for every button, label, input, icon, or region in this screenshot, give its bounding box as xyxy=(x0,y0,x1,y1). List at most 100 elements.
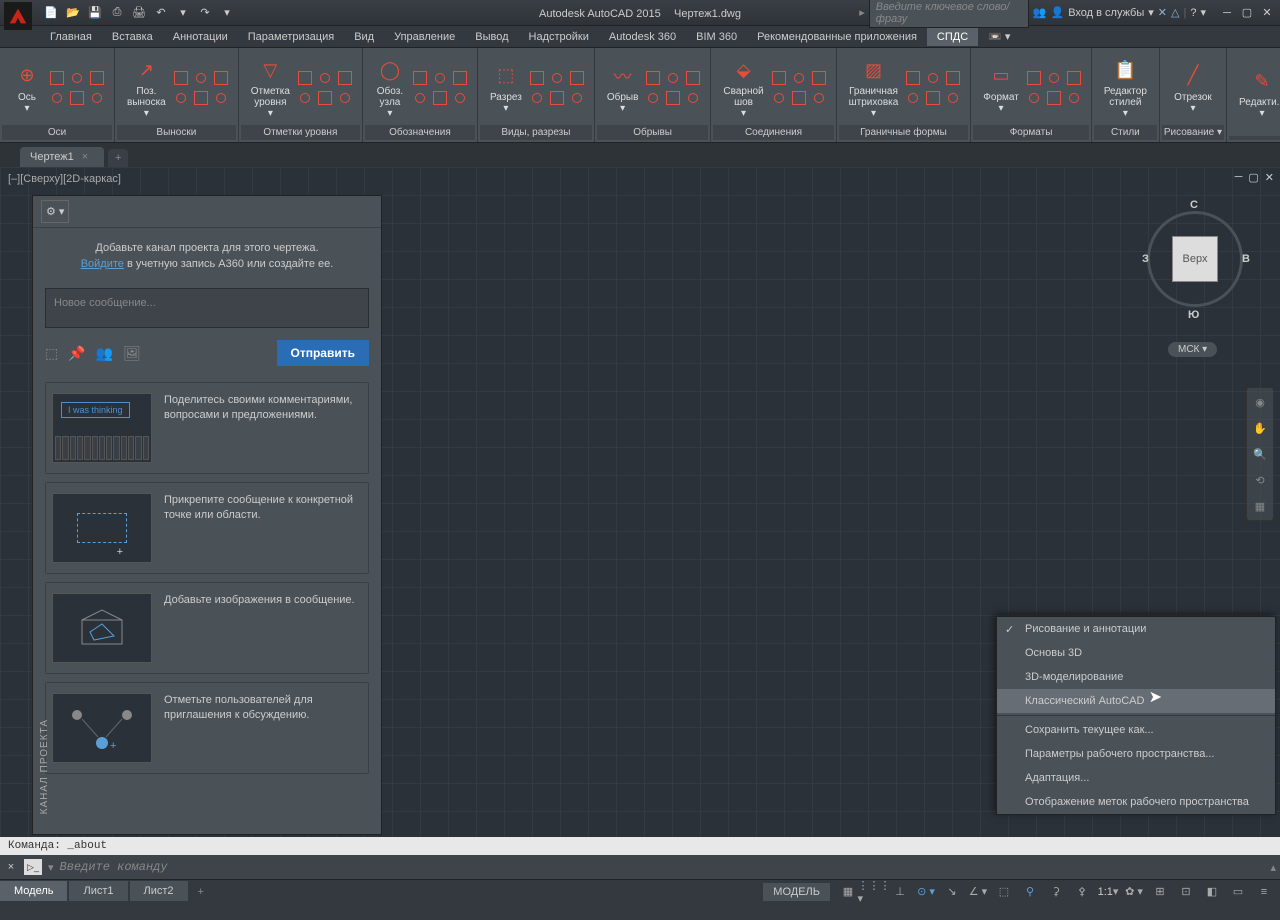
ribbon-tab[interactable]: СПДС xyxy=(927,28,978,46)
ribbon-button[interactable]: 📋Редакторстилей▾ xyxy=(1100,54,1151,121)
viewcube-south[interactable]: Ю xyxy=(1188,309,1199,321)
ribbon-small-button[interactable] xyxy=(212,89,230,107)
redo-icon[interactable]: ↷ xyxy=(196,4,214,22)
annoauto-icon[interactable]: ⚴ xyxy=(1070,882,1094,902)
image-icon[interactable]: 🖼 xyxy=(123,345,141,362)
nav-orbit-icon[interactable]: ⟲ xyxy=(1250,470,1270,490)
ribbon-small-button[interactable] xyxy=(528,69,546,87)
ribbon-small-button[interactable] xyxy=(684,89,702,107)
ribbon-small-button[interactable] xyxy=(212,69,230,87)
ribbon-button[interactable]: ⊕Ось▾ xyxy=(8,60,46,116)
ribbon-small-button[interactable] xyxy=(296,69,314,87)
menu-item[interactable]: Классический AutoCAD xyxy=(997,689,1275,713)
ribbon-small-button[interactable] xyxy=(1065,89,1083,107)
hardware-icon[interactable]: ⊡ xyxy=(1174,882,1198,902)
ribbon-small-button[interactable] xyxy=(1045,89,1063,107)
ribbon-small-button[interactable] xyxy=(568,69,586,87)
grid-icon[interactable]: ▦ xyxy=(836,882,860,902)
chevron-down-icon[interactable]: ▾ xyxy=(1200,6,1206,19)
ribbon-small-button[interactable] xyxy=(192,89,210,107)
menu-item[interactable]: Адаптация... xyxy=(997,766,1275,790)
ribbon-small-button[interactable] xyxy=(172,89,190,107)
doc-close-icon[interactable]: ✕ xyxy=(1265,171,1274,184)
ribbon-small-button[interactable] xyxy=(944,69,962,87)
ribbon-small-button[interactable] xyxy=(924,69,942,87)
ribbon-button[interactable]: 〰Обрыв▾ xyxy=(603,60,643,116)
ribbon-small-button[interactable] xyxy=(1025,69,1043,87)
ribbon-button[interactable]: ▽Отметкауровня▾ xyxy=(247,54,294,121)
ribbon-tab[interactable]: Аннотации xyxy=(163,28,238,46)
ribbon-small-button[interactable] xyxy=(431,69,449,87)
add-tab-button[interactable]: + xyxy=(108,149,128,167)
ribbon-small-button[interactable] xyxy=(770,69,788,87)
ribbon-tab[interactable]: Параметризация xyxy=(238,28,344,46)
osnap-icon[interactable]: ↘ xyxy=(940,882,964,902)
file-tab[interactable]: Чертеж1 × xyxy=(20,147,104,167)
ribbon-small-button[interactable] xyxy=(664,69,682,87)
ribbon-small-button[interactable] xyxy=(810,89,828,107)
nav-showmotion-icon[interactable]: ▦ xyxy=(1250,496,1270,516)
doc-restore-icon[interactable]: ▢ xyxy=(1248,171,1258,184)
ribbon-button[interactable]: ╱Отрезок▾ xyxy=(1170,60,1216,116)
model-space-button[interactable]: МОДЕЛЬ xyxy=(763,883,830,901)
snap-icon[interactable]: ⊥ xyxy=(888,882,912,902)
ribbon-tab[interactable]: BIM 360 xyxy=(686,28,747,46)
nav-zoom-icon[interactable]: 🔍 xyxy=(1250,444,1270,464)
ribbon-small-button[interactable] xyxy=(316,69,334,87)
tag-user-icon[interactable]: 👥 xyxy=(96,345,113,362)
ribbon-small-button[interactable] xyxy=(770,89,788,107)
signin-button[interactable]: 👤 Вход в службы ▾ xyxy=(1050,6,1153,19)
ribbon-tab[interactable]: Главная xyxy=(40,28,102,46)
ribbon-small-button[interactable] xyxy=(664,89,682,107)
ribbon-button[interactable]: ▨Граничнаяштриховка▾ xyxy=(845,54,903,121)
viewcube-north[interactable]: С xyxy=(1190,199,1198,211)
lock-ui-icon[interactable]: ⊞ xyxy=(1148,882,1172,902)
clean-icon[interactable]: ▭ xyxy=(1226,882,1250,902)
ribbon-tab[interactable]: Надстройки xyxy=(519,28,599,46)
ribbon-small-button[interactable] xyxy=(944,89,962,107)
menu-item[interactable]: Отображение меток рабочего пространства xyxy=(997,790,1275,814)
maximize-button[interactable]: ▢ xyxy=(1238,6,1256,20)
isolate-icon[interactable]: ◧ xyxy=(1200,882,1224,902)
ribbon-tab[interactable]: Вывод xyxy=(465,28,518,46)
ribbon-small-button[interactable] xyxy=(411,69,429,87)
minimize-button[interactable]: ─ xyxy=(1218,6,1236,20)
annovis-icon[interactable]: ⚳ xyxy=(1044,882,1068,902)
ribbon-small-button[interactable] xyxy=(48,89,66,107)
doc-minimize-icon[interactable]: ─ xyxy=(1235,171,1243,184)
ribbon-small-button[interactable] xyxy=(68,89,86,107)
viewcube[interactable]: С Ю В З Верх МСК ▾ xyxy=(1140,197,1250,327)
saveas-icon[interactable]: ⎙ xyxy=(108,4,126,22)
cmdline-prompt-icon[interactable]: ▷_ xyxy=(24,859,42,875)
ribbon-small-button[interactable] xyxy=(1025,89,1043,107)
add-layout-button[interactable]: + xyxy=(190,882,212,902)
ribbon-small-button[interactable] xyxy=(548,69,566,87)
ribbon-small-button[interactable] xyxy=(568,89,586,107)
ribbon-small-button[interactable] xyxy=(924,89,942,107)
app-logo[interactable] xyxy=(4,2,32,30)
undo-drop-icon[interactable]: ▾ xyxy=(174,4,192,22)
ribbon-button[interactable]: ⬙Сварнойшов▾ xyxy=(719,54,767,121)
cmdline-menu-icon[interactable]: ▴ xyxy=(1270,861,1276,874)
grid-drop-icon[interactable]: ⋮⋮⋮ ▾ xyxy=(862,882,886,902)
help-icon[interactable]: ? xyxy=(1190,7,1196,19)
customize-icon[interactable]: ≡ xyxy=(1252,882,1276,902)
ribbon-button[interactable]: ↗Поз.выноска▾ xyxy=(123,54,170,121)
send-button[interactable]: Отправить xyxy=(277,340,369,366)
ribbon-small-button[interactable] xyxy=(684,69,702,87)
ribbon-button[interactable]: ▭Формат▾ xyxy=(979,60,1023,116)
ribbon-small-button[interactable] xyxy=(528,89,546,107)
ribbon-tab[interactable]: Вид xyxy=(344,28,384,46)
nav-pan-icon[interactable]: ✋ xyxy=(1250,418,1270,438)
lineweight-icon[interactable]: ⬚ xyxy=(992,882,1016,902)
ribbon-small-button[interactable] xyxy=(451,69,469,87)
ribbon-small-button[interactable] xyxy=(548,89,566,107)
scale-button[interactable]: 1:1 ▾ xyxy=(1096,882,1120,902)
ribbon-small-button[interactable] xyxy=(431,89,449,107)
ribbon-small-button[interactable] xyxy=(88,89,106,107)
redo-drop-icon[interactable]: ▾ xyxy=(218,4,236,22)
menu-item[interactable]: Сохранить текущее как... xyxy=(997,718,1275,742)
ribbon-tab[interactable]: Вставка xyxy=(102,28,163,46)
ribbon-small-button[interactable] xyxy=(336,69,354,87)
search-input[interactable]: Введите ключевое слово/фразу xyxy=(869,0,1029,28)
